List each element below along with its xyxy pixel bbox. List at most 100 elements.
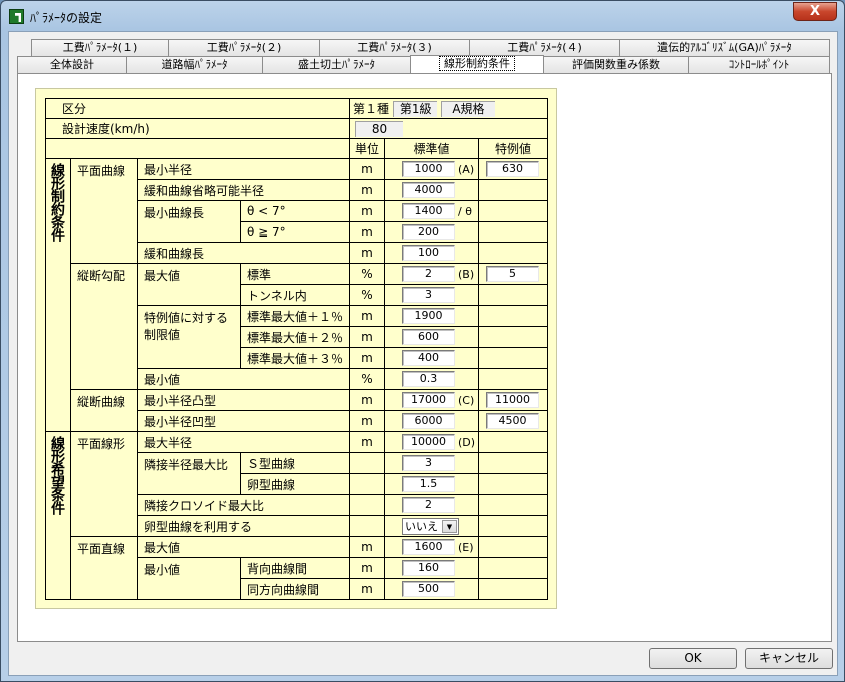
tab-ga-param[interactable]: 遺伝的ｱﾙｺﾞﾘｽﾞﾑ(GA)ﾊﾟﾗﾒｰﾀ xyxy=(619,39,830,56)
unit-cell: m xyxy=(349,242,385,264)
unit-cell: m xyxy=(349,326,385,348)
tab-overall-design[interactable]: 全体設計 xyxy=(17,56,127,73)
ok-button[interactable]: OK xyxy=(649,648,737,669)
standard-value-input[interactable]: 4000 xyxy=(402,182,455,198)
sub-item-label: θ ≧ 7° xyxy=(240,221,350,243)
standard-value-input[interactable]: 0.3 xyxy=(402,371,455,387)
unit-cell: m xyxy=(349,557,385,579)
reference-mark: (C) xyxy=(458,393,475,407)
standard-value-input[interactable]: 17000 xyxy=(402,392,455,408)
unit-cell: m xyxy=(349,347,385,369)
tab-cost-param-1[interactable]: 工費ﾊﾟﾗﾒｰﾀ(１) xyxy=(31,39,169,56)
sub-item-label: トンネル内 xyxy=(240,284,350,306)
reference-mark: (D) xyxy=(458,435,476,449)
unit-cell xyxy=(349,452,385,474)
tab-panel: 区分 第１種 第1級 A規格 設計速度(km/h) 80 単位 標準値 特例値 … xyxy=(17,73,832,642)
reference-mark: / θ xyxy=(458,204,472,218)
standard-value-input[interactable]: 3 xyxy=(402,287,455,303)
table-row: 線形希望条件 平面線形 最大半径 m 10000 (D) xyxy=(45,431,548,600)
app-icon xyxy=(9,9,24,24)
reference-mark: (E) xyxy=(458,540,474,554)
reference-mark: (B) xyxy=(458,267,475,281)
sub-item-label: 標準最大値＋２％ xyxy=(240,326,350,348)
unit-cell: m xyxy=(349,410,385,432)
kubun-class: 第1級 xyxy=(392,101,438,118)
standard-value-input[interactable]: 200 xyxy=(402,224,455,240)
standard-value-input[interactable]: 2 xyxy=(402,266,455,282)
sub-item-label: 標準最大値＋３％ xyxy=(240,347,350,369)
table-row: 縦断曲線 最小半径凸型 m 17000 (C) 11000 xyxy=(46,389,548,432)
tab-eval-weights[interactable]: 評価関数重み係数 xyxy=(543,56,689,73)
sub-item-label: 卵型曲線 xyxy=(240,473,350,495)
chevron-down-icon[interactable]: ▼ xyxy=(442,519,457,533)
tab-cost-param-2[interactable]: 工費ﾊﾟﾗﾒｰﾀ(２) xyxy=(168,39,320,56)
tab-cost-param-3[interactable]: 工費ﾊﾟﾗﾒｰﾀ(３) xyxy=(319,39,470,56)
unit-cell: % xyxy=(349,263,385,285)
special-value-input[interactable]: 4500 xyxy=(486,413,539,429)
header-row: 単位 標準値 特例値 xyxy=(45,138,548,159)
use-egg-curve-select[interactable]: いいえ ▼ xyxy=(402,517,459,535)
sub-item-label: Ｓ型曲線 xyxy=(240,452,350,474)
standard-value-input[interactable]: 500 xyxy=(402,581,455,597)
standard-value-input[interactable]: 100 xyxy=(402,245,455,261)
standard-value-input[interactable]: 1.5 xyxy=(402,476,455,492)
sub-item-label: 同方向曲線間 xyxy=(240,578,350,600)
tab-road-width[interactable]: 道路幅ﾊﾟﾗﾒｰﾀ xyxy=(126,56,263,73)
kubun-spec: A規格 xyxy=(441,101,495,118)
standard-value-input[interactable]: 1600 xyxy=(402,539,455,555)
item-label: 最大半径 xyxy=(137,431,350,453)
item-label: 卵型曲線を利用する xyxy=(137,515,350,537)
standard-value-input[interactable]: 2 xyxy=(402,497,455,513)
category-label: 縦断勾配 xyxy=(70,263,138,390)
item-label: 緩和曲線長 xyxy=(137,242,350,264)
standard-value-input[interactable]: 1900 xyxy=(402,308,455,324)
special-value-input[interactable]: 5 xyxy=(486,266,539,282)
standard-value-input[interactable]: 1000 xyxy=(402,161,455,177)
tab-label: 線形制約条件 xyxy=(439,56,515,71)
tab-cost-param-4[interactable]: 工費ﾊﾟﾗﾒｰﾀ(４) xyxy=(469,39,620,56)
header-special: 特例値 xyxy=(478,138,548,159)
item-label: 最小半径 xyxy=(137,158,350,180)
sub-item-label: 背向曲線間 xyxy=(240,557,350,579)
sub-item-label: 標準最大値＋１％ xyxy=(240,305,350,327)
unit-cell: % xyxy=(349,368,385,390)
item-label: 最小値 xyxy=(144,563,181,577)
standard-value-input[interactable]: 600 xyxy=(402,329,455,345)
standard-value-input[interactable]: 1400 xyxy=(402,203,455,219)
tab-control-points[interactable]: ｺﾝﾄﾛｰﾙﾎﾟｲﾝﾄ xyxy=(688,56,830,73)
category-label: 平面直線 xyxy=(70,536,138,600)
unit-cell: m xyxy=(349,536,385,558)
close-button[interactable]: X xyxy=(793,2,837,21)
item-label: 緩和曲線省略可能半径 xyxy=(137,179,350,201)
unit-cell: m xyxy=(349,158,385,180)
standard-value-input[interactable]: 3 xyxy=(402,455,455,471)
special-value-input[interactable]: 630 xyxy=(486,161,539,177)
header-unit: 単位 xyxy=(349,138,385,159)
item-label: 最大値 xyxy=(144,269,181,283)
dialog-window: ﾊﾟﾗﾒｰﾀの設定 X 工費ﾊﾟﾗﾒｰﾀ(１) 工費ﾊﾟﾗﾒｰﾀ(２) 工費ﾊﾟ… xyxy=(0,0,845,682)
standard-value-input[interactable]: 160 xyxy=(402,560,455,576)
unit-cell: m xyxy=(349,431,385,453)
tab-alignment-constraints[interactable]: 線形制約条件 xyxy=(410,55,544,73)
unit-cell: m xyxy=(349,221,385,243)
unit-cell: % xyxy=(349,284,385,306)
reference-mark: (A) xyxy=(458,162,475,176)
cancel-button[interactable]: キャンセル xyxy=(745,648,833,669)
row-speed: 設計速度(km/h) 80 xyxy=(45,118,548,139)
standard-value-input[interactable]: 10000 xyxy=(402,434,455,450)
standard-value-input[interactable]: 6000 xyxy=(402,413,455,429)
constraints-table: 区分 第１種 第1級 A規格 設計速度(km/h) 80 単位 標準値 特例値 … xyxy=(45,98,548,600)
row-kubun: 区分 第１種 第1級 A規格 xyxy=(45,98,548,119)
tab-cut-fill[interactable]: 盛土切土ﾊﾟﾗﾒｰﾀ xyxy=(262,56,411,73)
category-label: 平面曲線 xyxy=(70,158,138,264)
item-label: 最小半径凹型 xyxy=(137,410,350,432)
unit-cell xyxy=(349,473,385,495)
standard-value-input[interactable]: 400 xyxy=(402,350,455,366)
item-label: 最小曲線長 xyxy=(144,206,205,220)
title-bar: ﾊﾟﾗﾒｰﾀの設定 X xyxy=(1,1,844,31)
unit-cell: m xyxy=(349,578,385,600)
sub-item-label: θ < 7° xyxy=(240,200,350,222)
item-label: 最大値 xyxy=(137,536,350,558)
speed-label: 設計速度(km/h) xyxy=(45,118,350,139)
special-value-input[interactable]: 11000 xyxy=(486,392,539,408)
